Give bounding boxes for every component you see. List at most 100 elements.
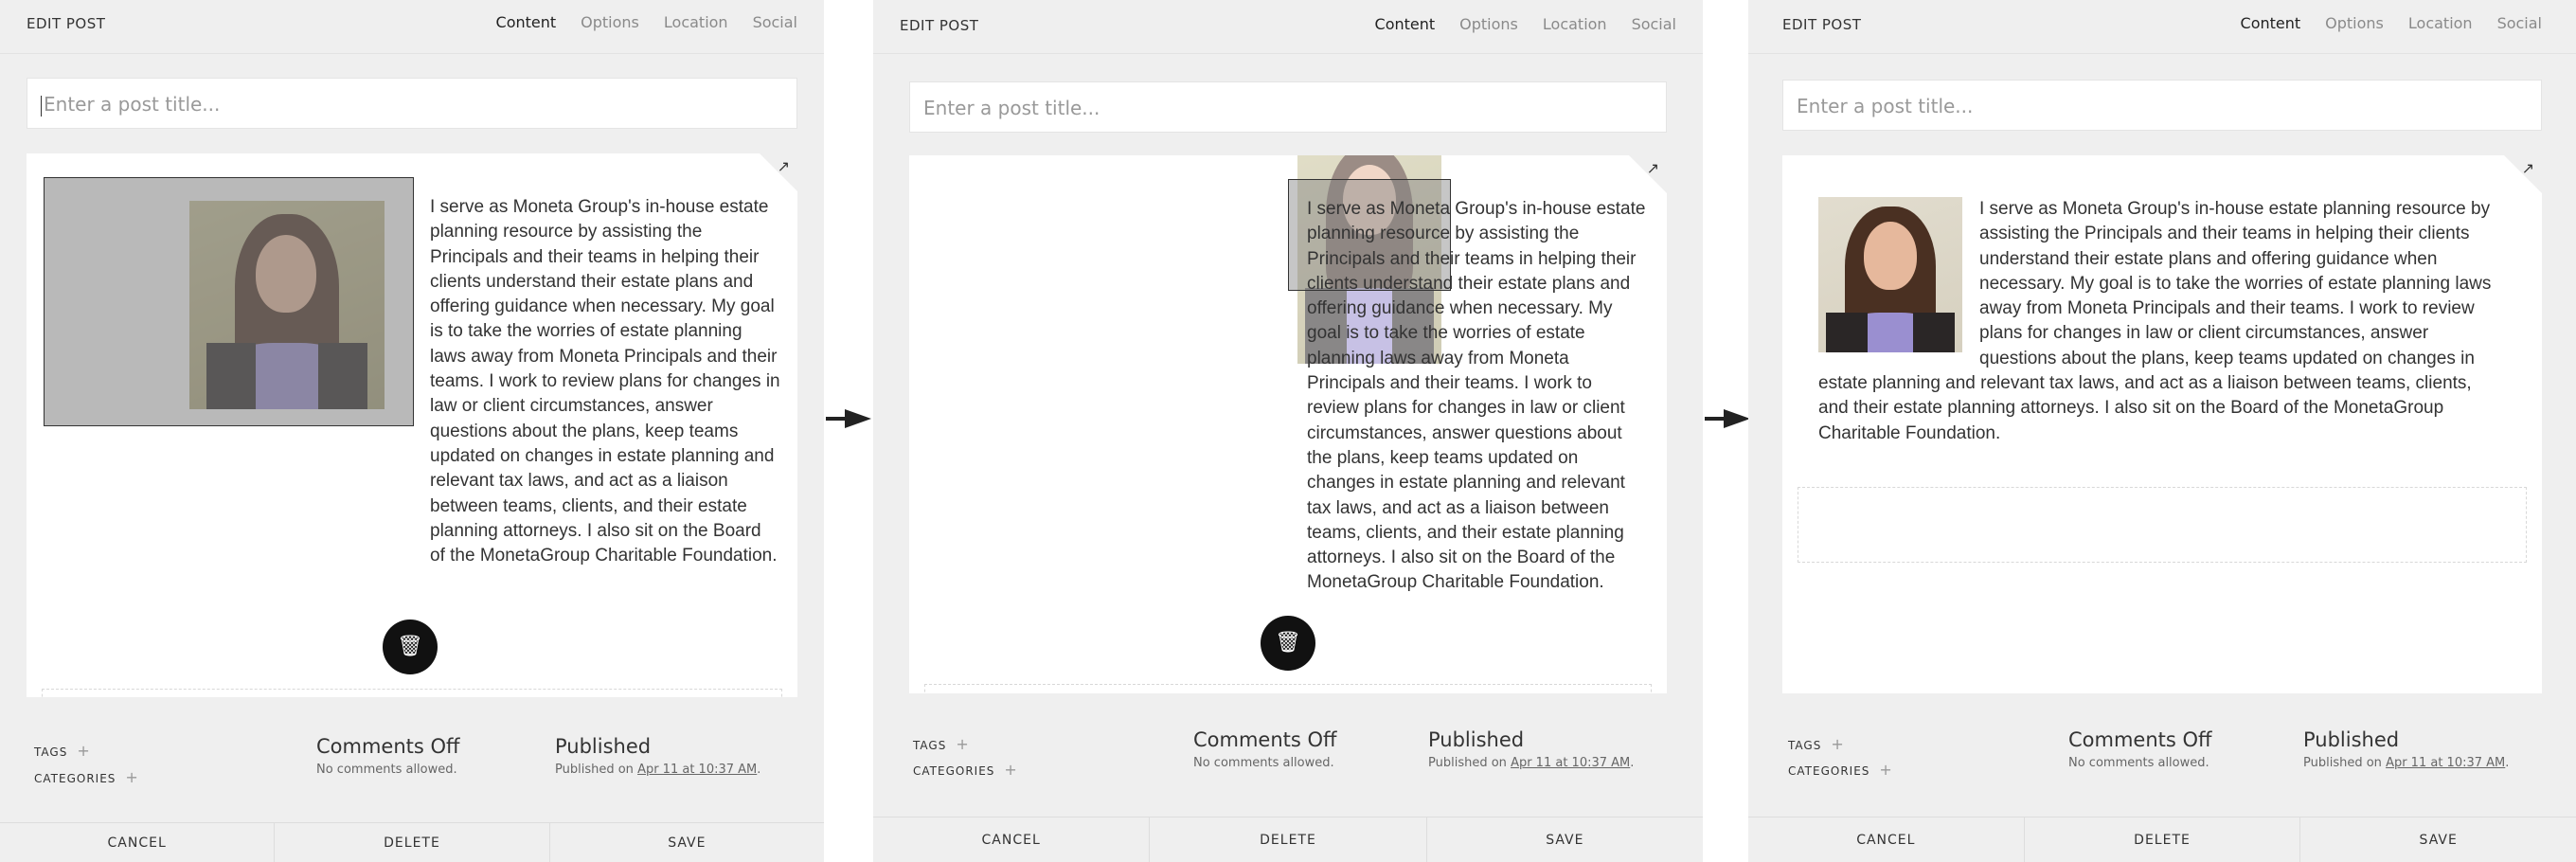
comments-status-title[interactable]: Comments Off: [2068, 728, 2212, 751]
post-body-text[interactable]: I serve as Moneta Group's in-house estat…: [430, 195, 780, 568]
delete-button[interactable]: DELETE: [1149, 817, 1425, 862]
right-arrow-icon: [826, 409, 871, 428]
cancel-button[interactable]: CANCEL: [873, 817, 1149, 862]
post-title-input[interactable]: Enter a post title...: [27, 78, 797, 129]
post-title-input[interactable]: Enter a post title...: [909, 81, 1667, 133]
tab-location[interactable]: Location: [2408, 14, 2473, 32]
page-title: EDIT POST: [900, 17, 979, 34]
publish-status-title[interactable]: Published: [2303, 728, 2399, 751]
tab-options[interactable]: Options: [1459, 15, 1518, 33]
edit-post-panel-step-2: EDIT POST Content Options Location Socia…: [873, 0, 1703, 862]
tab-content[interactable]: Content: [496, 13, 557, 31]
empty-block-placeholder: [42, 689, 782, 697]
footer-actions: CANCEL DELETE SAVE: [873, 817, 1703, 862]
add-category-plus-icon[interactable]: +: [1004, 761, 1017, 779]
tags-row[interactable]: TAGS +: [913, 735, 970, 753]
post-body-editor[interactable]: ↗ I serve as Moneta Group's in-house est…: [27, 153, 797, 697]
tab-bar: Content Options Location Social: [496, 13, 797, 31]
post-title-placeholder: Enter a post title...: [44, 93, 221, 116]
header: EDIT POST Content Options Location Socia…: [1748, 0, 2576, 54]
tab-location[interactable]: Location: [1543, 15, 1607, 33]
post-meta: TAGS + CATEGORIES + Comments Off No commen…: [873, 727, 1703, 784]
page-title: EDIT POST: [1782, 16, 1862, 33]
tab-social[interactable]: Social: [1632, 15, 1676, 33]
add-tag-plus-icon[interactable]: +: [1831, 735, 1844, 753]
right-arrow-icon: [1705, 409, 1750, 428]
publish-prefix: Published on: [555, 763, 634, 777]
save-button[interactable]: SAVE: [2299, 817, 2576, 862]
tags-row[interactable]: TAGS +: [1788, 735, 1845, 753]
tab-content[interactable]: Content: [1375, 15, 1436, 33]
tab-bar: Content Options Location Social: [2241, 14, 2542, 32]
text-caret: [41, 95, 42, 117]
publish-status-sub: Published on Apr 11 at 10:37 AM.: [555, 763, 760, 777]
publish-status-sub: Published on Apr 11 at 10:37 AM.: [1428, 756, 1634, 770]
publish-prefix: Published on: [1428, 756, 1507, 770]
empty-block-placeholder: [924, 684, 1652, 693]
cancel-button[interactable]: CANCEL: [0, 823, 274, 862]
tab-social[interactable]: Social: [2497, 14, 2542, 32]
categories-row[interactable]: CATEGORIES +: [1788, 761, 1893, 779]
delete-button[interactable]: DELETE: [274, 823, 548, 862]
add-category-plus-icon[interactable]: +: [125, 768, 138, 786]
tags-label: TAGS: [34, 745, 68, 759]
header: EDIT POST Content Options Location Socia…: [873, 0, 1703, 54]
add-category-plus-icon[interactable]: +: [1879, 761, 1892, 779]
comments-status-sub: No comments allowed.: [2068, 756, 2209, 770]
tab-content[interactable]: Content: [2241, 14, 2301, 32]
categories-row[interactable]: CATEGORIES +: [913, 761, 1018, 779]
comments-status-sub: No comments allowed.: [1193, 756, 1334, 770]
post-title-input[interactable]: Enter a post title...: [1782, 80, 2542, 131]
tutorial-strip: EDIT POST Content Options Location Socia…: [0, 0, 2576, 862]
tab-bar: Content Options Location Social: [1375, 15, 1676, 33]
expand-arrow-icon[interactable]: ↗: [1647, 159, 1659, 177]
publish-date-link[interactable]: Apr 11 at 10:37 AM: [1511, 756, 1630, 770]
expand-arrow-icon[interactable]: ↗: [778, 157, 790, 175]
save-button[interactable]: SAVE: [1425, 817, 1703, 862]
post-body-editor[interactable]: ↗ I serve as Moneta Group's in-house est…: [909, 155, 1667, 693]
publish-suffix: .: [757, 763, 761, 777]
tags-label: TAGS: [1788, 739, 1822, 752]
comments-status-title[interactable]: Comments Off: [316, 735, 460, 758]
tab-location[interactable]: Location: [664, 13, 728, 31]
publish-prefix: Published on: [2303, 756, 2382, 770]
post-body-text[interactable]: I serve as Moneta Group's in-house estat…: [1307, 197, 1648, 596]
empty-block-placeholder[interactable]: [1798, 487, 2527, 563]
comments-status-sub: No comments allowed.: [316, 763, 457, 777]
expand-arrow-icon[interactable]: ↗: [2522, 159, 2534, 177]
footer-actions: CANCEL DELETE SAVE: [0, 822, 824, 862]
tab-social[interactable]: Social: [753, 13, 797, 31]
float-spacer: [1818, 197, 1962, 364]
tab-options[interactable]: Options: [581, 13, 639, 31]
image-drop-placeholder[interactable]: [44, 177, 414, 426]
post-meta: TAGS + CATEGORIES + Comments Off No commen…: [1748, 727, 2576, 784]
tags-label: TAGS: [913, 739, 947, 752]
publish-suffix: .: [1630, 756, 1635, 770]
add-tag-plus-icon[interactable]: +: [77, 742, 90, 760]
publish-date-link[interactable]: Apr 11 at 10:37 AM: [2386, 756, 2505, 770]
publish-suffix: .: [2505, 756, 2510, 770]
delete-button[interactable]: DELETE: [2023, 817, 2300, 862]
save-button[interactable]: SAVE: [548, 823, 824, 862]
post-title-placeholder: Enter a post title...: [1797, 95, 1974, 117]
post-title-placeholder: Enter a post title...: [923, 97, 1100, 119]
delete-block-button[interactable]: 🗑: [1261, 616, 1315, 671]
edit-post-panel-step-1: EDIT POST Content Options Location Socia…: [0, 0, 824, 862]
publish-status-title[interactable]: Published: [555, 735, 651, 758]
post-meta: TAGS + CATEGORIES + Comments Off No commen…: [0, 731, 824, 788]
post-body-editor[interactable]: ↗ I serve as Moneta Group's in-house est…: [1782, 155, 2542, 693]
categories-row[interactable]: CATEGORIES +: [34, 768, 139, 786]
post-body-wrap: I serve as Moneta Group's in-house estat…: [1818, 197, 2500, 446]
categories-label: CATEGORIES: [34, 772, 116, 785]
tab-options[interactable]: Options: [2325, 14, 2384, 32]
categories-label: CATEGORIES: [913, 764, 995, 778]
delete-block-button[interactable]: 🗑: [383, 620, 438, 674]
page-title: EDIT POST: [27, 15, 106, 32]
publish-date-link[interactable]: Apr 11 at 10:37 AM: [637, 763, 757, 777]
tags-row[interactable]: TAGS +: [34, 742, 91, 760]
cancel-button[interactable]: CANCEL: [1748, 817, 2024, 862]
comments-status-title[interactable]: Comments Off: [1193, 728, 1337, 751]
edit-post-panel-step-3: EDIT POST Content Options Location Socia…: [1748, 0, 2576, 862]
publish-status-title[interactable]: Published: [1428, 728, 1524, 751]
add-tag-plus-icon[interactable]: +: [956, 735, 969, 753]
